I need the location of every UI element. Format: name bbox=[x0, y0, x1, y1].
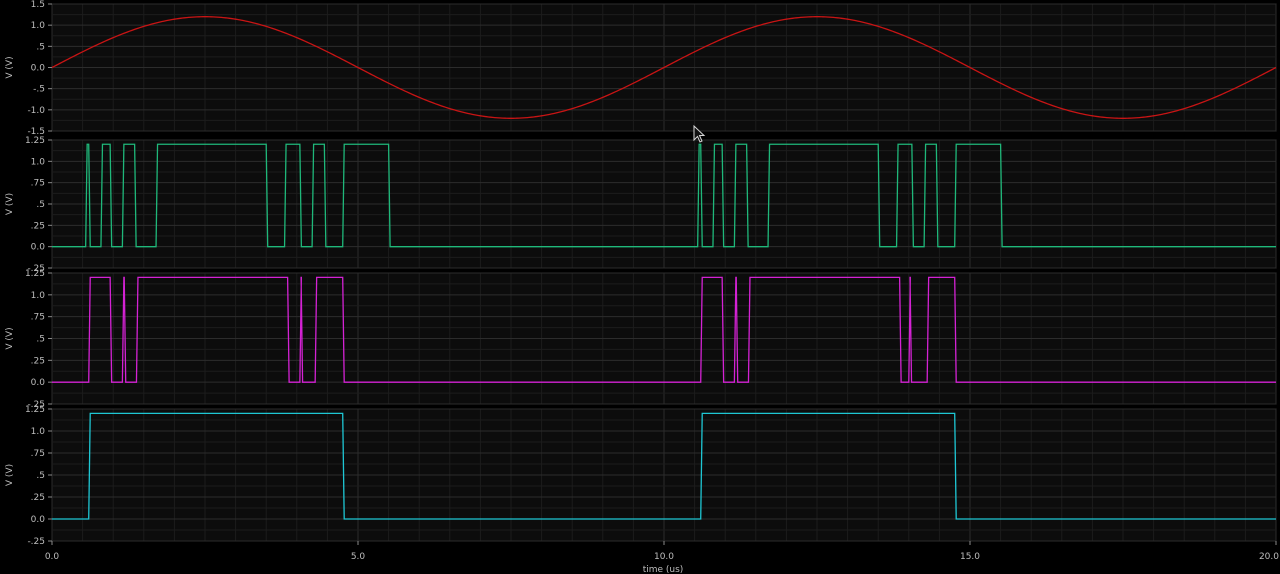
y-tick-label: 1.0 bbox=[31, 157, 46, 167]
y-tick-label: .5 bbox=[36, 200, 45, 210]
y-tick-label: 0.0 bbox=[31, 243, 46, 253]
y-tick-label: -.25 bbox=[27, 537, 45, 547]
y-tick-label: 1.25 bbox=[25, 136, 45, 146]
y-tick-label: 1.25 bbox=[25, 269, 45, 279]
y-axis-label: V (V) bbox=[5, 464, 15, 486]
y-tick-label: .25 bbox=[31, 356, 45, 366]
y-tick-label: .75 bbox=[31, 449, 45, 459]
x-tick-label: 20.0 bbox=[1259, 552, 1279, 562]
y-tick-label: 0.0 bbox=[31, 64, 46, 74]
y-axis-label: V (V) bbox=[5, 56, 15, 78]
x-tick-label: 15.0 bbox=[960, 552, 980, 562]
y-tick-label: .25 bbox=[31, 221, 45, 231]
y-tick-label: 0.0 bbox=[31, 515, 46, 525]
y-tick-label: -.5 bbox=[33, 85, 45, 95]
x-tick-label: 0.0 bbox=[45, 552, 60, 562]
y-tick-label: 1.25 bbox=[25, 405, 45, 415]
y-axis-label: V (V) bbox=[5, 327, 15, 349]
x-axis-label: time (us) bbox=[643, 565, 684, 574]
waveform-viewer: 1.51.0.50.0-.5-1.0-1.5V (V)1.251.0.75.5.… bbox=[5, 0, 1279, 574]
y-tick-label: 0.0 bbox=[31, 378, 46, 388]
y-tick-label: 1.0 bbox=[31, 21, 46, 31]
x-tick-label: 10.0 bbox=[654, 552, 674, 562]
y-tick-label: .5 bbox=[36, 471, 45, 481]
y-tick-label: 1.5 bbox=[31, 0, 45, 10]
axes-layer: 1.51.0.50.0-.5-1.0-1.5V (V)1.251.0.75.5.… bbox=[5, 0, 1279, 562]
y-tick-label: -1.0 bbox=[27, 106, 45, 116]
y-tick-label: 1.0 bbox=[31, 427, 46, 437]
y-tick-label: .75 bbox=[31, 179, 45, 189]
y-tick-label: 1.0 bbox=[31, 291, 46, 301]
y-tick-label: .75 bbox=[31, 313, 45, 323]
y-tick-label: .5 bbox=[36, 42, 45, 52]
y-axis-label: V (V) bbox=[5, 193, 15, 215]
x-tick-label: 5.0 bbox=[351, 552, 366, 562]
y-tick-label: .5 bbox=[36, 335, 45, 345]
y-tick-label: .25 bbox=[31, 493, 45, 503]
